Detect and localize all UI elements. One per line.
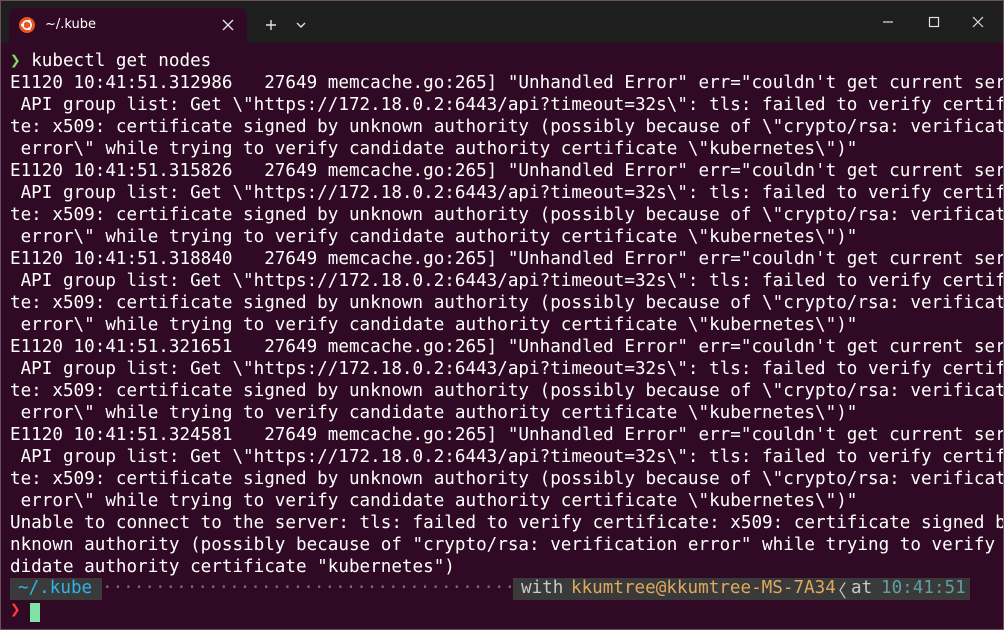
close-window-button[interactable]: [963, 9, 993, 35]
tab-title: ~/.kube: [45, 17, 97, 32]
title-bar: ~/.kube: [1, 1, 1003, 43]
close-icon: [222, 19, 234, 31]
text-cursor: [30, 603, 40, 622]
output-line: API group list: Get \"https://172.18.0.2…: [10, 271, 1004, 291]
prompt-status-bar: ~/.kube ································…: [10, 578, 970, 602]
output-line: E1120 10:41:51.318840 27649 memcache.go:…: [10, 249, 1004, 269]
output-line: error\" while trying to verify candidate…: [10, 315, 858, 335]
output-line: te: x509: certificate signed by unknown …: [10, 469, 1004, 489]
user-host: kkumtree@kkumtree-MS-7A34: [571, 578, 836, 598]
status-filler-dots: ········································…: [102, 578, 517, 598]
output-line: Unable to connect to the server: tls: fa…: [10, 513, 1004, 533]
output-line: didate authority certificate "kubernetes…: [10, 557, 455, 577]
prompt-time: 10:41:51: [881, 578, 966, 598]
output-line: API group list: Get \"https://172.18.0.2…: [10, 95, 1004, 115]
output-line: E1120 10:41:51.321651 27649 memcache.go:…: [10, 337, 1004, 357]
plus-icon: [266, 20, 276, 30]
output-line: API group list: Get \"https://172.18.0.2…: [10, 447, 1004, 467]
output-line: te: x509: certificate signed by unknown …: [10, 293, 1004, 313]
prompt-symbol: ❯: [10, 51, 21, 71]
output-line: te: x509: certificate signed by unknown …: [10, 381, 1004, 401]
tab-close-button[interactable]: [217, 14, 239, 36]
chevron-down-icon: [296, 22, 306, 28]
new-tab-button[interactable]: [259, 13, 283, 37]
with-label: with: [521, 578, 564, 598]
command-line: ❯ kubectl get nodes: [10, 50, 1003, 72]
tab-kube[interactable]: ~/.kube: [9, 8, 247, 43]
terminal-window: ~/.kube ❯ kubectl get nodes E1120 10:41:…: [0, 0, 1004, 630]
terminal-area[interactable]: ❯ kubectl get nodes E1120 10:41:51.31298…: [1, 43, 1003, 629]
output-line: E1120 10:41:51.315826 27649 memcache.go:…: [10, 161, 1004, 181]
status-right-segment: with kkumtree@kkumtree-MS-7A34 〈 at 10:4…: [513, 578, 970, 602]
current-directory: ~/.kube: [10, 578, 102, 600]
tab-dropdown-button[interactable]: [289, 13, 313, 37]
maximize-icon: [928, 16, 940, 28]
output-line: error\" while trying to verify candidate…: [10, 139, 858, 159]
prompt-symbol-error: ❯: [10, 600, 21, 620]
ubuntu-logo-icon: [19, 17, 35, 33]
output-line: error\" while trying to verify candidate…: [10, 227, 858, 247]
segment-separator: 〈: [829, 582, 847, 602]
output-line: E1120 10:41:51.312986 27649 memcache.go:…: [10, 73, 1004, 93]
minimize-button[interactable]: [873, 9, 903, 35]
command-text: kubectl get nodes: [31, 51, 212, 71]
maximize-button[interactable]: [919, 9, 949, 35]
close-icon: [972, 16, 984, 28]
minimize-icon: [883, 21, 893, 23]
output-line: te: x509: certificate signed by unknown …: [10, 117, 1004, 137]
output-line: nknown authority (possibly because of "c…: [10, 535, 1004, 555]
output-line: E1120 10:41:51.324581 27649 memcache.go:…: [10, 425, 1004, 445]
at-label: at: [851, 578, 873, 598]
output-line: API group list: Get \"https://172.18.0.2…: [10, 183, 1004, 203]
output-line: error\" while trying to verify candidate…: [10, 403, 858, 423]
output-line: API group list: Get \"https://172.18.0.2…: [10, 359, 1004, 379]
output-line: error\" while trying to verify candidate…: [10, 491, 858, 511]
output-line: te: x509: certificate signed by unknown …: [10, 205, 1004, 225]
terminal-output: ❯ kubectl get nodes E1120 10:41:51.31298…: [10, 50, 1004, 578]
